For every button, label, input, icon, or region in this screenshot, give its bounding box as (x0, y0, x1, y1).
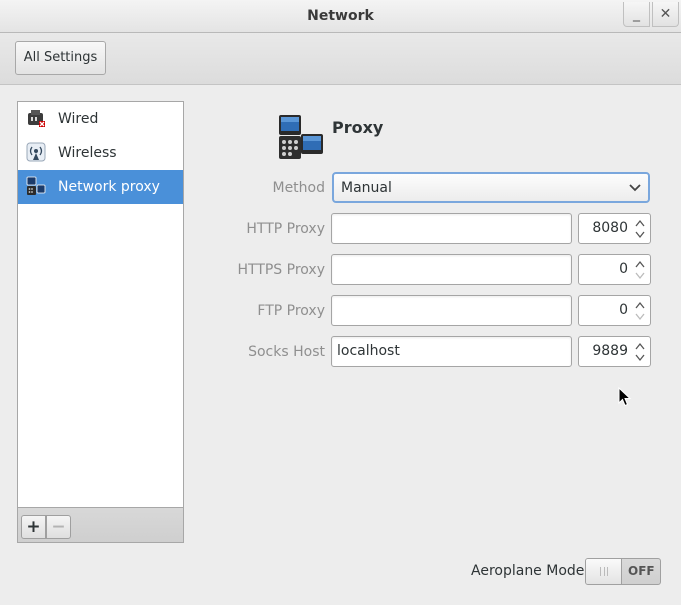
socks-host-input[interactable]: localhost (331, 336, 572, 367)
minus-icon: − (51, 517, 66, 537)
mouse-pointer-icon (618, 387, 632, 407)
close-icon: ✕ (659, 6, 672, 22)
ftp-proxy-port-value: 0 (619, 302, 628, 318)
plus-icon: + (26, 517, 41, 537)
http-proxy-label: HTTP Proxy (246, 221, 325, 237)
spin-arrows-icon[interactable] (633, 299, 647, 323)
socks-port-spinner[interactable]: 9889 (578, 336, 651, 367)
spin-arrows-icon[interactable] (633, 258, 647, 282)
https-proxy-port-spinner[interactable]: 0 (578, 254, 651, 285)
header-toolbar: All Settings (0, 33, 681, 85)
sidebar-item-label: Wired (58, 111, 99, 127)
https-proxy-label: HTTPS Proxy (237, 262, 325, 278)
window-title: Network (307, 8, 374, 24)
sidebar-item-network-proxy[interactable]: Network proxy (18, 170, 183, 204)
minimize-icon: _ (633, 6, 640, 22)
aeroplane-mode-label: Aeroplane Mode (471, 563, 585, 579)
method-label: Method (272, 180, 325, 196)
network-proxy-large-icon (279, 115, 323, 159)
toggle-state-text: OFF (628, 564, 655, 578)
method-dropdown[interactable]: Manual (332, 172, 650, 203)
wired-ethernet-icon (28, 110, 45, 127)
aeroplane-mode-toggle[interactable]: OFF (585, 558, 661, 585)
http-proxy-host-input[interactable] (331, 213, 572, 244)
sidebar-item-wired[interactable]: Wired (18, 102, 183, 136)
wireless-icon (26, 142, 46, 162)
method-selected-value: Manual (341, 180, 392, 196)
https-proxy-host-input[interactable] (331, 254, 572, 285)
ftp-proxy-host-input[interactable] (331, 295, 572, 326)
all-settings-button[interactable]: All Settings (15, 41, 106, 75)
socks-host-label: Socks Host (248, 344, 325, 360)
network-device-list: Wired Wireless Network proxy (17, 101, 184, 508)
https-proxy-port-value: 0 (619, 261, 628, 277)
sidebar-item-wireless[interactable]: Wireless (18, 136, 183, 170)
remove-connection-button[interactable]: − (46, 515, 71, 539)
minimize-button[interactable]: _ (623, 2, 650, 27)
socks-host-value: localhost (337, 343, 400, 359)
network-proxy-icon (26, 176, 46, 195)
toggle-knob[interactable] (586, 559, 622, 584)
http-proxy-port-spinner[interactable]: 8080 (578, 213, 651, 244)
ftp-proxy-label: FTP Proxy (257, 303, 325, 319)
proxy-heading: Proxy (332, 118, 384, 137)
window-titlebar: Network _ ✕ (0, 0, 681, 33)
sidebar-item-label: Network proxy (58, 179, 160, 195)
ftp-proxy-port-spinner[interactable]: 0 (578, 295, 651, 326)
spin-arrows-icon[interactable] (633, 340, 647, 364)
spin-arrows-icon[interactable] (633, 217, 647, 241)
sidebar-item-label: Wireless (58, 145, 117, 161)
sidebar-footer: + − (17, 508, 184, 543)
socks-port-value: 9889 (592, 343, 628, 359)
add-connection-button[interactable]: + (21, 515, 46, 539)
close-button[interactable]: ✕ (652, 2, 679, 27)
http-proxy-port-value: 8080 (592, 220, 628, 236)
chevron-down-icon (629, 184, 641, 192)
